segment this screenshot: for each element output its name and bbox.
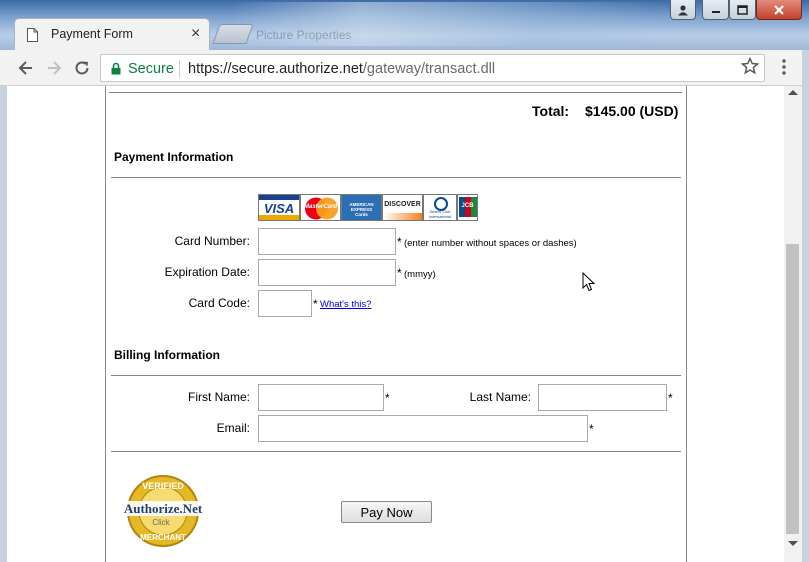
amex-logo: AMERICAN EXPRESS Cards [341, 194, 382, 221]
address-bar[interactable]: Secure https://secure.authorize.net/gate… [100, 54, 765, 82]
jcb-text: JCB [461, 203, 474, 209]
bookmark-star-icon[interactable] [741, 57, 759, 75]
email-label: Email: [216, 421, 250, 435]
visa-logo: VISA [258, 194, 300, 221]
kebab-menu-icon[interactable] [778, 58, 790, 76]
url-text[interactable]: https://secure.authorize.net/gateway/tra… [188, 61, 495, 77]
close-window-button[interactable] [756, 0, 802, 20]
card-code-input[interactable] [258, 290, 312, 317]
new-tab-button[interactable] [212, 24, 254, 44]
billing-section-divider [111, 375, 681, 376]
seal-brand-text: Authorize.Net [124, 501, 203, 516]
tab-title: Payment Form [51, 27, 133, 41]
browser-toolbar: Secure https://secure.authorize.net/gate… [0, 50, 809, 86]
tab-close-icon[interactable]: × [191, 25, 200, 43]
mastercard-logo: MasterCard [300, 194, 341, 221]
expiration-date-input[interactable] [258, 259, 396, 286]
card-number-required: * [397, 235, 402, 249]
verified-merchant-seal[interactable]: VERIFIED Authorize.Net Click MERCHANT [119, 474, 207, 548]
whats-this-link[interactable]: What's this? [320, 299, 371, 310]
tab-payment-form[interactable]: Payment Form × [14, 18, 210, 50]
scroll-up-arrow-icon[interactable] [788, 90, 798, 95]
payment-section-divider [111, 177, 681, 178]
mouse-cursor-icon [582, 272, 596, 292]
scroll-down-arrow-icon[interactable] [788, 541, 798, 546]
page-viewport: Total: $145.00 (USD) Payment Information… [7, 86, 784, 562]
window-left-border [0, 86, 7, 562]
card-number-input[interactable] [258, 228, 396, 255]
vertical-scrollbar[interactable] [784, 86, 802, 562]
accepted-cards: VISA MasterCard AMERICAN EXPRESS Cards D… [258, 194, 478, 221]
discover-stripe [383, 213, 422, 220]
expiration-date-label: Expiration Date: [164, 265, 250, 279]
expiration-required: * [397, 266, 402, 280]
seal-bottom-text: MERCHANT [140, 533, 186, 542]
address-separator [179, 60, 180, 78]
first-name-input[interactable] [258, 384, 384, 411]
total-amount: $145.00 (USD) [585, 103, 679, 119]
amex-text: AMERICAN EXPRESS Cards [349, 202, 374, 217]
url-path: /gateway/transact.dll [362, 61, 496, 77]
email-required: * [589, 422, 594, 436]
card-code-required: * [313, 297, 318, 311]
forward-arrow-icon[interactable] [44, 58, 64, 78]
scrollbar-thumb[interactable] [786, 244, 799, 534]
payment-section-title: Payment Information [114, 150, 234, 164]
seal-top-text: VERIFIED [142, 481, 184, 491]
pay-now-button[interactable]: Pay Now [341, 501, 432, 523]
seal-click-text: Click [152, 518, 170, 527]
background-window-title: Picture Properties [256, 28, 352, 42]
visa-text: VISA [263, 201, 295, 216]
card-number-hint: (enter number without spaces or dashes) [404, 238, 577, 249]
bottom-divider [111, 451, 681, 452]
lock-icon [111, 62, 121, 75]
card-number-label: Card Number: [174, 234, 250, 248]
last-name-required: * [668, 391, 673, 405]
discover-text: DISCOVER [384, 201, 421, 208]
card-code-label: Card Code: [188, 296, 250, 310]
last-name-input[interactable] [538, 384, 667, 411]
document-icon [27, 28, 38, 42]
first-name-label: First Name: [187, 390, 250, 404]
billing-section-title: Billing Information [114, 348, 220, 362]
diners-logo: Diners Club International [423, 194, 457, 221]
expiration-hint: (mmyy) [404, 269, 436, 280]
top-divider [109, 92, 682, 93]
first-name-required: * [385, 391, 390, 405]
diners-text: Diners Club International [428, 209, 451, 219]
last-name-label: Last Name: [469, 390, 531, 404]
reload-icon[interactable] [72, 58, 92, 78]
window-titlebar: Payment Form × Picture Properties [0, 0, 809, 50]
minimize-icon [711, 10, 720, 13]
close-icon [774, 4, 784, 15]
user-icon [678, 4, 688, 15]
back-arrow-icon[interactable] [16, 58, 36, 78]
total-label: Total: [532, 103, 570, 119]
maximize-button[interactable] [729, 0, 756, 20]
window-right-border [802, 50, 809, 562]
mastercard-text: MasterCard [303, 204, 337, 210]
profile-button[interactable] [670, 0, 696, 20]
secure-label: Secure [128, 61, 174, 77]
url-host: https://secure.authorize.net [188, 61, 363, 77]
email-input[interactable] [258, 415, 588, 442]
discover-logo: DISCOVER [382, 194, 423, 221]
jcb-logo: JCB [457, 194, 478, 221]
maximize-icon [737, 4, 748, 15]
minimize-button[interactable] [702, 0, 729, 20]
